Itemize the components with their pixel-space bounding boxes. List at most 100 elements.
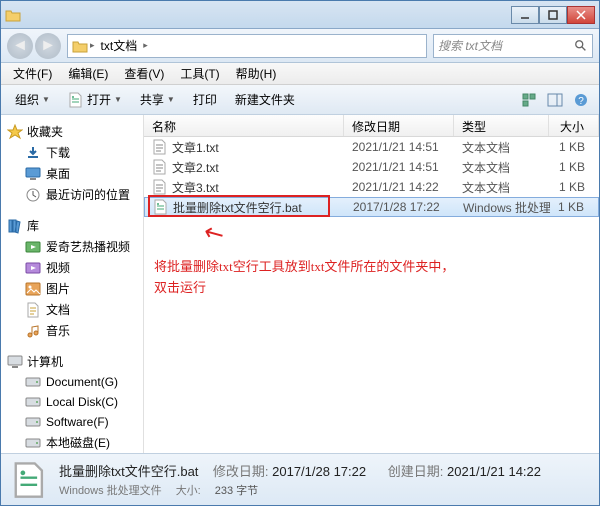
menu-tools[interactable]: 工具(T) (172, 65, 227, 82)
drive-icon (25, 374, 41, 390)
sidebar-item-recent[interactable]: 最近访问的位置 (1, 184, 143, 205)
drive-icon (25, 394, 41, 410)
favorites-header[interactable]: 收藏夹 (1, 121, 143, 142)
column-header-date[interactable]: 修改日期 (344, 115, 454, 136)
back-button[interactable]: ◄ (7, 33, 33, 59)
file-date: 2021/1/21 14:22 (344, 180, 454, 194)
details-date: 2017/1/28 17:22 (272, 464, 366, 479)
details-size: 233 字节 (215, 482, 258, 498)
sidebar-item-drive[interactable]: Local Disk(C) (1, 392, 143, 412)
file-size: 1 KB (550, 200, 598, 214)
file-type: Windows 批处理... (455, 199, 550, 216)
file-row[interactable]: 文章3.txt 2021/1/21 14:22文本文档1 KB (144, 177, 599, 197)
pictures-icon (25, 281, 41, 297)
star-icon (7, 124, 23, 140)
file-row[interactable]: 文章1.txt 2021/1/21 14:51文本文档1 KB (144, 137, 599, 157)
view-options-button[interactable] (517, 88, 541, 112)
file-size: 1 KB (549, 140, 599, 154)
details-created-label: 创建日期: (388, 464, 444, 479)
file-type: 文本文档 (454, 179, 549, 196)
file-type: 文本文档 (454, 139, 549, 156)
details-filename: 批量删除txt文件空行.bat (59, 464, 198, 479)
menu-bar: 文件(F) 编辑(E) 查看(V) 工具(T) 帮助(H) (1, 63, 599, 85)
sidebar-item-music[interactable]: 音乐 (1, 320, 143, 341)
menu-edit[interactable]: 编辑(E) (60, 65, 116, 82)
music-icon (25, 323, 41, 339)
file-icon (152, 139, 168, 155)
sidebar-item-desktop[interactable]: 桌面 (1, 163, 143, 184)
bat-file-icon (11, 461, 49, 499)
drive-icon (25, 435, 41, 451)
menu-help[interactable]: 帮助(H) (228, 65, 285, 82)
column-headers: 名称 修改日期 类型 大小 (144, 115, 599, 137)
sidebar-item-pictures[interactable]: 图片 (1, 278, 143, 299)
titlebar[interactable] (1, 1, 599, 29)
favorites-group: 收藏夹 下载 桌面 最近访问的位置 (1, 121, 143, 205)
print-button[interactable]: 打印 (185, 88, 225, 111)
column-header-name[interactable]: 名称 (144, 115, 344, 136)
desktop-icon (25, 166, 41, 182)
file-date: 2017/1/28 17:22 (345, 200, 455, 214)
file-name: 文章3.txt (172, 179, 219, 196)
details-created: 2021/1/21 14:22 (447, 464, 541, 479)
file-date: 2021/1/21 14:51 (344, 140, 454, 154)
sidebar-item-documents[interactable]: 文档 (1, 299, 143, 320)
sidebar-item-iqiyi[interactable]: 爱奇艺热播视频 (1, 236, 143, 257)
file-date: 2021/1/21 14:51 (344, 160, 454, 174)
new-folder-button[interactable]: 新建文件夹 (227, 88, 303, 111)
forward-button[interactable]: ► (35, 33, 61, 59)
sidebar-item-drive[interactable]: Software(F) (1, 412, 143, 432)
file-type: 文本文档 (454, 159, 549, 176)
file-icon (153, 199, 169, 215)
navigation-bar: ◄ ► ▸ txt文档 ▸ 搜索 txt文档 (1, 29, 599, 63)
organize-button[interactable]: 组织▼ (7, 88, 58, 111)
share-button[interactable]: 共享▼ (132, 88, 183, 111)
open-button[interactable]: 打开▼ (60, 88, 130, 111)
sidebar-item-drive[interactable]: 本地磁盘(E) (1, 432, 143, 453)
menu-view[interactable]: 查看(V) (116, 65, 172, 82)
video-icon (25, 239, 41, 255)
minimize-button[interactable] (511, 6, 539, 24)
libraries-group: 库 爱奇艺热播视频 视频 图片 文档 音乐 (1, 215, 143, 341)
file-rows[interactable]: 文章1.txt2021/1/21 14:51文本文档1 KB文章2.txt202… (144, 137, 599, 453)
file-name: 文章1.txt (172, 139, 219, 156)
svg-text:?: ? (578, 96, 584, 107)
computer-group: 计算机 Document(G) Local Disk(C) Software(F… (1, 351, 143, 453)
sidebar-item-videos[interactable]: 视频 (1, 257, 143, 278)
library-icon (7, 218, 23, 234)
details-pane: 批量删除txt文件空行.bat 修改日期: 2017/1/28 17:22 创建… (1, 453, 599, 505)
chevron-right-icon[interactable]: ▸ (141, 40, 150, 51)
file-size: 1 KB (549, 180, 599, 194)
maximize-button[interactable] (539, 6, 567, 24)
open-icon (68, 92, 84, 108)
column-header-size[interactable]: 大小 (549, 115, 599, 136)
file-icon (152, 159, 168, 175)
recent-icon (25, 187, 41, 203)
folder-icon (72, 38, 88, 54)
search-placeholder: 搜索 txt文档 (438, 37, 502, 54)
file-row[interactable]: 批量删除txt文件空行.bat 2017/1/28 17:22Windows 批处… (144, 197, 599, 217)
help-button[interactable]: ? (569, 88, 593, 112)
close-button[interactable] (567, 6, 595, 24)
computer-icon (7, 354, 23, 370)
explorer-window: ◄ ► ▸ txt文档 ▸ 搜索 txt文档 文件(F) 编辑(E) 查看(V)… (0, 0, 600, 506)
column-header-type[interactable]: 类型 (454, 115, 549, 136)
libraries-header[interactable]: 库 (1, 215, 143, 236)
address-bar[interactable]: ▸ txt文档 ▸ (67, 34, 427, 58)
annotation-text: 将批量删除txt空行工具放到txt文件所在的文件夹中， 双击运行 (154, 257, 454, 299)
sidebar-item-downloads[interactable]: 下载 (1, 142, 143, 163)
menu-file[interactable]: 文件(F) (5, 65, 60, 82)
computer-header[interactable]: 计算机 (1, 351, 143, 372)
sidebar-item-drive[interactable]: Document(G) (1, 372, 143, 392)
search-input[interactable]: 搜索 txt文档 (433, 34, 593, 58)
search-icon (574, 39, 588, 53)
breadcrumb-segment[interactable]: txt文档 (97, 37, 142, 54)
file-name: 批量删除txt文件空行.bat (173, 199, 302, 216)
chevron-right-icon[interactable]: ▸ (88, 40, 97, 51)
drive-icon (25, 414, 41, 430)
navigation-pane[interactable]: 收藏夹 下载 桌面 最近访问的位置 库 爱奇艺热播视频 视频 图片 文档 音乐 (1, 115, 144, 453)
preview-pane-button[interactable] (543, 88, 567, 112)
file-name: 文章2.txt (172, 159, 219, 176)
details-size-label: 大小: (176, 482, 201, 498)
file-row[interactable]: 文章2.txt2021/1/21 14:51文本文档1 KB (144, 157, 599, 177)
